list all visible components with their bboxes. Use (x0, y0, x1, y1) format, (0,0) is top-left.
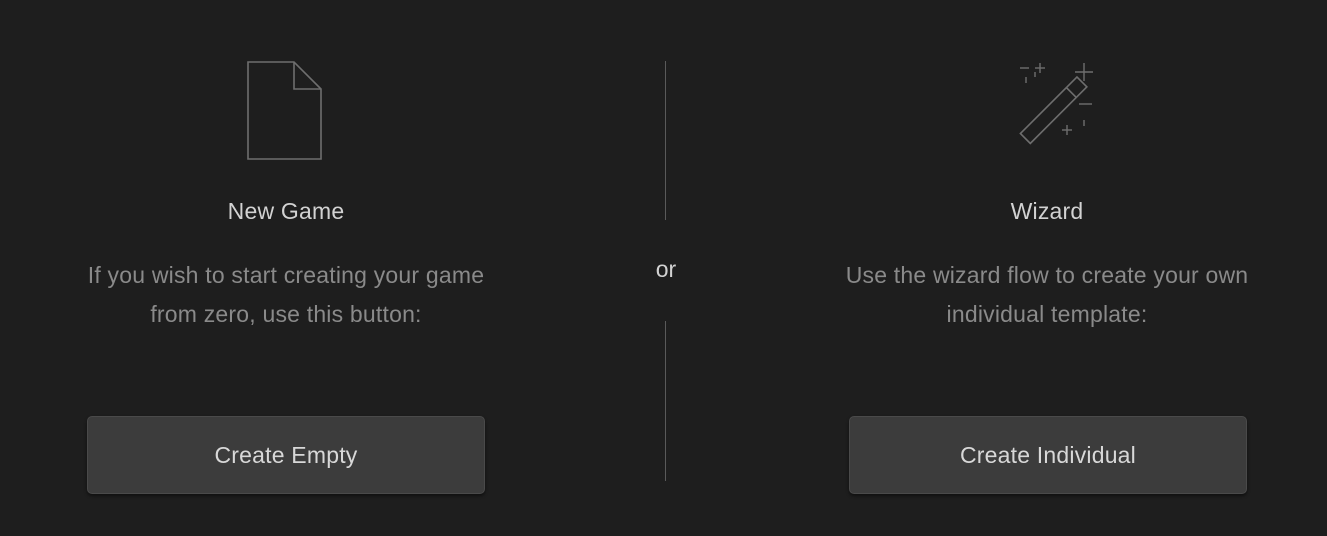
divider-or-label: or (655, 256, 677, 282)
magic-wand-icon (812, 60, 1282, 162)
new-game-title: New Game (227, 198, 345, 224)
divider-line-bottom (665, 321, 666, 481)
wizard-description: Use the wizard flow to create your own i… (812, 256, 1282, 334)
create-individual-button[interactable]: Create Individual (849, 416, 1247, 494)
wizard-title: Wizard (1010, 198, 1084, 224)
new-game-description-line: If you wish to start creating your game (87, 262, 485, 288)
document-icon (51, 60, 521, 162)
new-game-panel: New Game If you wish to start creating y… (51, 0, 521, 536)
wizard-description-line: individual template: (946, 301, 1148, 327)
create-empty-button[interactable]: Create Empty (87, 416, 485, 494)
new-project-dialog: New Game If you wish to start creating y… (0, 0, 1327, 536)
new-game-description-line: from zero, use this button: (150, 301, 422, 327)
wizard-description-line: Use the wizard flow to create your own (845, 262, 1249, 288)
wizard-panel: Wizard Use the wizard flow to create you… (812, 0, 1282, 536)
divider-line-top (665, 61, 666, 220)
new-game-description: If you wish to start creating your game … (51, 256, 521, 334)
